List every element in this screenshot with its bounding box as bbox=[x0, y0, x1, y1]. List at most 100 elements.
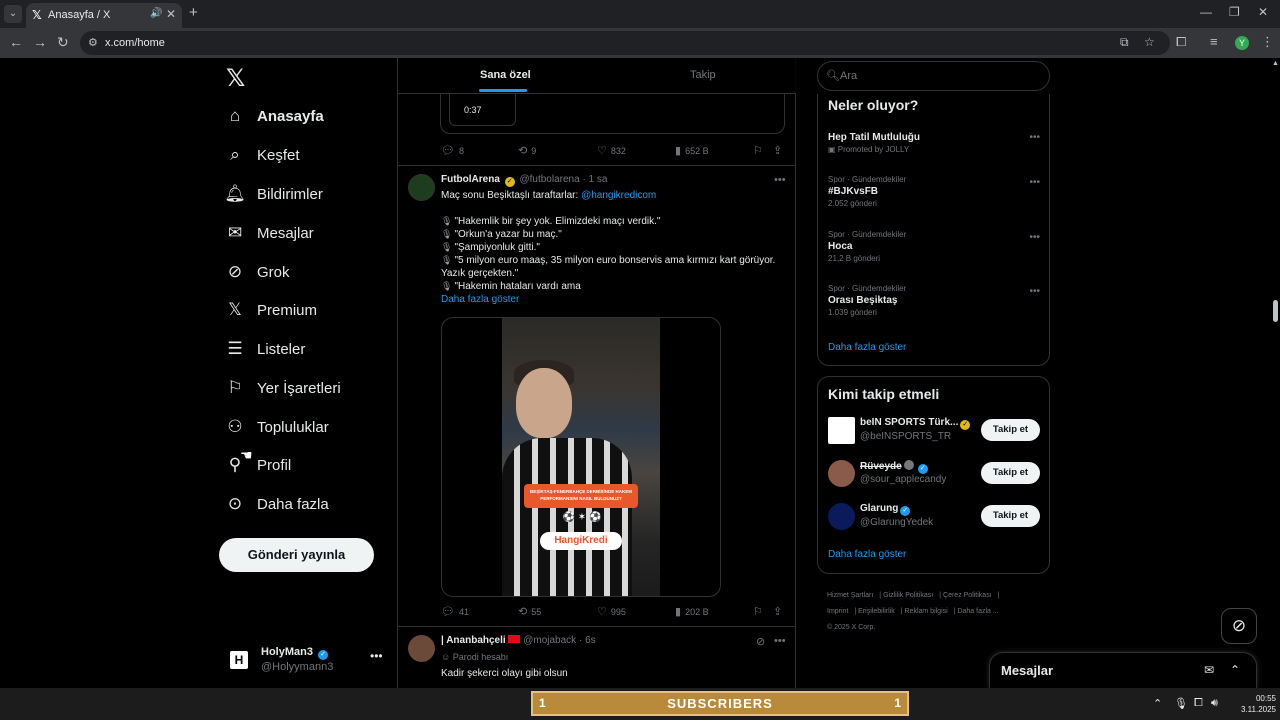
browser-tab[interactable]: 𝕏 Anasayfa / X 🔊 ✕ bbox=[26, 3, 182, 28]
url-field[interactable]: ⚙ x.com/home ⧉ ☆ bbox=[80, 31, 1170, 55]
repost-button[interactable]: ⟲ 9 bbox=[518, 144, 536, 157]
previous-post-media[interactable]: 0:37 bbox=[440, 94, 785, 134]
footer-link[interactable]: Erişilebilirlik bbox=[858, 608, 895, 615]
futbolarena-avatar[interactable] bbox=[408, 174, 435, 201]
share-button[interactable]: ⇪ bbox=[773, 605, 786, 618]
footer-link[interactable]: Daha fazla ... bbox=[957, 608, 998, 615]
footer-link[interactable]: Reklam bilgisi bbox=[905, 608, 948, 615]
next-post-handle[interactable]: @mojaback bbox=[523, 635, 576, 646]
like-button[interactable]: ♡ 832 bbox=[597, 144, 626, 157]
search-box[interactable]: 🔍︎ bbox=[817, 61, 1050, 91]
nav-item-home[interactable]: ⌂ Anasayfa bbox=[224, 101, 324, 131]
nav-item-mail[interactable]: ✉ Mesajlar bbox=[224, 218, 314, 248]
x-logo-icon[interactable]: 𝕏 bbox=[226, 64, 245, 93]
microphone-icon[interactable]: 🎙︎ bbox=[1174, 697, 1188, 710]
glarung-avatar[interactable] bbox=[828, 503, 855, 530]
tray-chevron-icon[interactable]: ⌃ bbox=[1153, 697, 1162, 710]
extensions-icon[interactable]: ⧠ bbox=[1176, 34, 1186, 50]
post-author[interactable]: FutbolArena bbox=[441, 174, 500, 185]
video-frame[interactable]: BEŞİKTAŞ-FENERBAHÇE DERBİSİNDE HAKEM PER… bbox=[502, 318, 660, 596]
post-video[interactable]: BEŞİKTAŞ-FENERBAHÇE DERBİSİNDE HAKEM PER… bbox=[441, 317, 721, 597]
trend-item[interactable]: Spor · Gündemdekiler #BJKvsFB 2.052 gönd… bbox=[828, 175, 1040, 208]
close-tab-icon[interactable]: ✕ bbox=[166, 7, 176, 21]
footer-link[interactable]: Çerez Politikası bbox=[943, 592, 992, 599]
video-thumbnail[interactable]: 0:37 bbox=[449, 94, 516, 126]
nav-item-person[interactable]: ⚲ Profil bbox=[224, 450, 291, 480]
new-tab-icon[interactable]: + bbox=[189, 4, 198, 21]
nav-item-grok[interactable]: ⊘ Grok bbox=[224, 257, 290, 287]
trend-more-icon[interactable]: ••• bbox=[1029, 177, 1040, 188]
show-more-link[interactable]: Daha fazla göster bbox=[441, 293, 786, 306]
nav-item-list[interactable]: ☰ Listeler bbox=[224, 334, 305, 364]
nav-item-search[interactable]: ⌕ Keşfet bbox=[224, 140, 299, 170]
post-button[interactable]: Gönderi yayınla bbox=[219, 538, 374, 572]
profile-avatar[interactable]: Y bbox=[1235, 36, 1249, 50]
site-info-icon[interactable]: ⚙ bbox=[88, 36, 98, 49]
trend-more-icon[interactable]: ••• bbox=[1029, 286, 1040, 297]
new-message-icon[interactable]: ✉ bbox=[1204, 663, 1214, 677]
follow-button[interactable]: Takip et bbox=[981, 419, 1040, 441]
suggested-account[interactable]: Glarung ✓ @GlarungYedek Takip et bbox=[828, 503, 1040, 533]
ruveyde-avatar[interactable] bbox=[828, 460, 855, 487]
media-icon[interactable]: ≡ bbox=[1210, 34, 1218, 49]
reply-button[interactable]: 💬︎ 41 bbox=[441, 605, 469, 618]
back-icon[interactable]: ← bbox=[9, 34, 23, 50]
trend-item[interactable]: Spor · Gündemdekiler Hoca 21,2 B gönderi… bbox=[828, 230, 1040, 263]
account-switcher[interactable]: H HolyMan3 ✓ @Holyymann3 ••• bbox=[224, 643, 389, 677]
tab-for-you[interactable]: Sana özel bbox=[480, 69, 531, 81]
messages-drawer[interactable]: Mesajlar ✉ ⌃ bbox=[989, 652, 1257, 688]
bein-avatar[interactable] bbox=[828, 417, 855, 444]
nav-item-people[interactable]: ⚇ Topluluklar bbox=[224, 412, 328, 442]
next-post-time[interactable]: · 6s bbox=[579, 635, 596, 646]
restore-icon[interactable]: ❐ bbox=[1229, 5, 1240, 19]
follow-button[interactable]: Takip et bbox=[981, 462, 1040, 484]
post-handle[interactable]: @futbolarena bbox=[519, 174, 579, 185]
post-time[interactable]: · 1 sa bbox=[582, 174, 607, 185]
footer-link[interactable]: Imprint bbox=[827, 608, 848, 615]
page-scrollbar[interactable]: ▲ bbox=[1270, 58, 1280, 688]
trend-item[interactable]: Spor · Gündemdekiler Orası Beşiktaş 1.03… bbox=[828, 284, 1040, 317]
nav-item-x[interactable]: 𝕏 Premium bbox=[224, 295, 317, 325]
scroll-thumb[interactable] bbox=[1273, 300, 1278, 322]
system-clock[interactable]: 00:55 3.11.2025 bbox=[1232, 693, 1276, 715]
post-more-icon[interactable]: ••• bbox=[774, 635, 786, 647]
tab-following[interactable]: Takip bbox=[690, 69, 716, 81]
suggested-account[interactable]: Rüveyde ✓ @sour_applecandy Takip et bbox=[828, 460, 1040, 490]
post-more-icon[interactable]: ••• bbox=[774, 174, 786, 186]
expand-icon[interactable]: ⌃ bbox=[1230, 663, 1240, 677]
trend-more-icon[interactable]: ••• bbox=[1029, 132, 1040, 143]
bookmark-star-icon[interactable]: ☆ bbox=[1144, 35, 1155, 49]
who-show-more-link[interactable]: Daha fazla göster bbox=[828, 549, 906, 560]
footer-link[interactable]: Hizmet Şartları bbox=[827, 592, 873, 599]
search-input[interactable] bbox=[840, 70, 1020, 82]
close-window-icon[interactable]: ✕ bbox=[1258, 5, 1268, 19]
scroll-up-icon[interactable]: ▲ bbox=[1272, 60, 1279, 67]
network-icon[interactable]: ⧠ bbox=[1194, 697, 1203, 710]
cast-icon[interactable]: ⧉ bbox=[1120, 35, 1129, 50]
grok-button[interactable]: ⊘ bbox=[1221, 608, 1257, 644]
browser-menu-icon[interactable]: ⋮ bbox=[1261, 34, 1274, 50]
forward-icon[interactable]: → bbox=[33, 34, 47, 50]
views-button[interactable]: ▮ 652 B bbox=[675, 144, 709, 157]
grok-icon[interactable]: ⊘ bbox=[756, 635, 765, 648]
speaker-icon[interactable]: 🔊 bbox=[150, 8, 162, 19]
views-button[interactable]: ▮ 202 B bbox=[675, 605, 709, 618]
volume-icon[interactable]: 🔊︎ bbox=[1211, 697, 1218, 710]
trend-item[interactable]: Hep Tatil Mutluluğu ▣ Promoted by JOLLY … bbox=[828, 130, 1040, 154]
reply-button[interactable]: 💬︎ 8 bbox=[441, 144, 464, 157]
bookmark-button[interactable]: ⚐ bbox=[753, 605, 767, 618]
next-post-author[interactable]: | Ananbahçeli bbox=[441, 635, 506, 646]
more-icon[interactable]: ••• bbox=[370, 649, 383, 663]
trend-more-icon[interactable]: ••• bbox=[1029, 232, 1040, 243]
like-button[interactable]: ♡ 995 bbox=[597, 605, 626, 618]
suggested-account[interactable]: beIN SPORTS Türk... ✓ @beINSPORTS_TR Taki… bbox=[828, 417, 1040, 447]
trends-show-more-link[interactable]: Daha fazla göster bbox=[828, 342, 906, 353]
nav-item-bell[interactable]: 🔔︎ Bildirimler bbox=[224, 179, 323, 209]
nav-item-more-circle[interactable]: ⊙ Daha fazla bbox=[224, 489, 329, 519]
mention-link[interactable]: @hangikredicom bbox=[581, 190, 656, 201]
follow-button[interactable]: Takip et bbox=[981, 505, 1040, 527]
minimize-icon[interactable]: — bbox=[1200, 5, 1212, 19]
reload-icon[interactable]: ↻ bbox=[57, 34, 69, 51]
nav-item-bookmark[interactable]: ⚐ Yer İşaretleri bbox=[224, 373, 340, 403]
repost-button[interactable]: ⟲ 55 bbox=[518, 605, 541, 618]
